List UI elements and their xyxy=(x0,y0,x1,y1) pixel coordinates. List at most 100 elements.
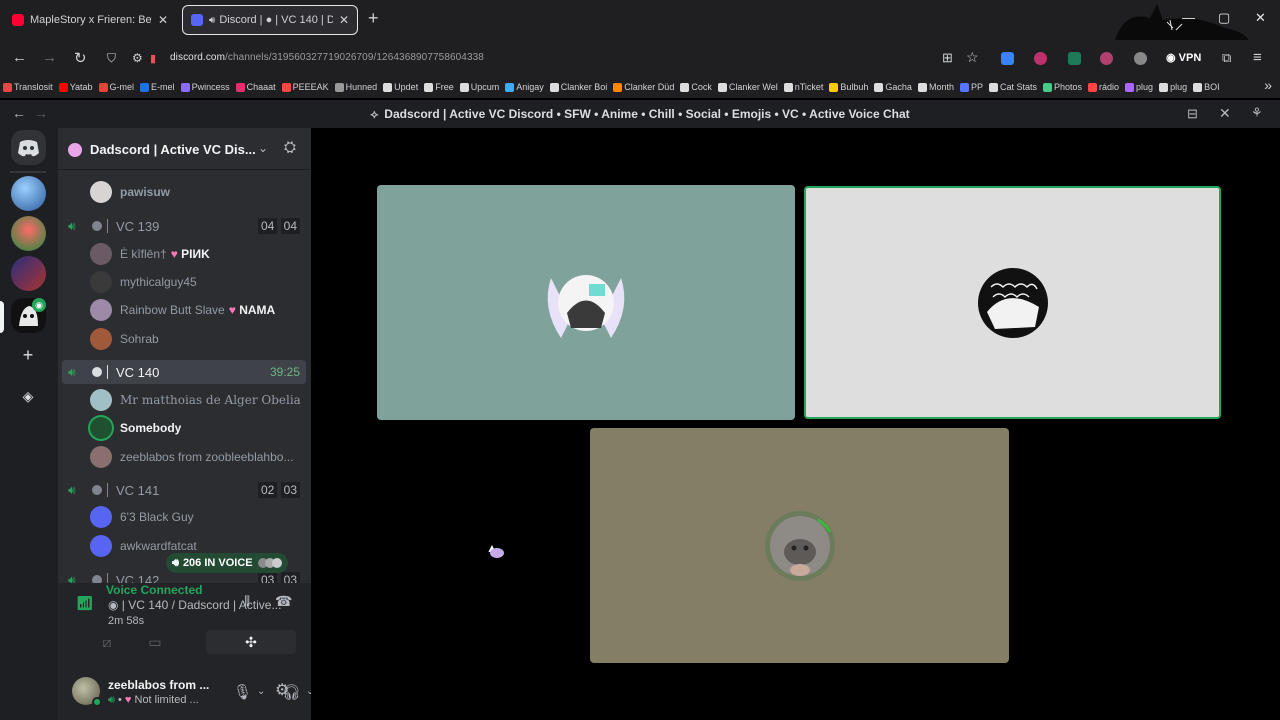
extension-icon[interactable] xyxy=(1134,52,1147,65)
voice-user[interactable]: Sohrab xyxy=(90,327,302,351)
reload-icon[interactable]: ↻ xyxy=(74,49,87,67)
voice-user[interactable]: Rainbow Butt Slave ♥ NAMA xyxy=(90,298,302,322)
bookmark-item[interactable]: Upcum xyxy=(459,82,499,92)
activities-button[interactable]: ✣ xyxy=(206,630,296,654)
bookmark-item[interactable]: Cock xyxy=(680,82,712,92)
in-voice-badge[interactable]: 🔊︎ 206 IN VOICE xyxy=(166,553,288,573)
bookmark-item[interactable]: Clanker Boi xyxy=(549,82,607,92)
new-tab-button[interactable]: + xyxy=(368,8,379,29)
bookmark-item[interactable]: Yatab xyxy=(58,82,93,92)
back-icon[interactable]: ← xyxy=(12,49,27,66)
bookmark-item[interactable]: Updet xyxy=(383,82,418,92)
minimize-icon[interactable]: — xyxy=(1182,10,1195,25)
bookmark-star-icon[interactable]: ☆ xyxy=(966,49,979,66)
bookmark-item[interactable]: Free xyxy=(424,82,454,92)
signal-icon[interactable]: 📶︎ xyxy=(76,595,94,612)
bookmark-item[interactable]: BOI xyxy=(1193,82,1220,92)
chevron-down-icon[interactable]: ⌄ xyxy=(306,686,311,697)
activity-icon[interactable]: ⚘ xyxy=(1251,105,1263,121)
install-app-icon[interactable]: ⊞ xyxy=(942,50,953,66)
bookmark-item[interactable]: Cat Stats xyxy=(988,82,1037,92)
bookmark-item[interactable]: plug xyxy=(1125,82,1153,92)
voice-channel-icon: 🔊︎ xyxy=(68,219,76,233)
microphone-icon[interactable]: 🎙︎ xyxy=(233,683,252,701)
voice-channel-vc-140[interactable]: 🔊︎ VC 140 39:25 xyxy=(62,360,306,384)
voice-user[interactable]: 6'3 Black Guy xyxy=(90,505,302,529)
bookmark-item[interactable]: rádio xyxy=(1088,82,1119,92)
bookmark-item[interactable]: Month xyxy=(917,82,954,92)
server-header[interactable]: Dadscord | Active VC Dis... ⌄ ⛭ xyxy=(58,128,311,170)
bookmark-item[interactable]: Clanker Düd xyxy=(613,82,674,92)
speaker-icon[interactable]: 🔊︎ xyxy=(209,15,215,26)
bookmark-item[interactable]: Translosit xyxy=(3,82,53,92)
browser-tab-youtube[interactable]: MapleStory x Frieren: Beyond Jou ✕ xyxy=(4,5,176,35)
vpn-button[interactable]: ◉ VPN xyxy=(1166,51,1201,64)
voice-connected-status[interactable]: Voice Connected xyxy=(106,583,202,597)
bookmark-item[interactable]: Hunned xyxy=(334,82,377,92)
mic-permission-icon[interactable]: ▮ xyxy=(150,52,156,65)
site-settings-icon[interactable]: ⚙ xyxy=(132,51,143,65)
bookmark-item[interactable]: Anigay xyxy=(505,82,544,92)
tools-icon[interactable]: ✕ xyxy=(1219,105,1231,122)
music-extension-icon[interactable] xyxy=(1068,52,1081,65)
close-tab-icon[interactable]: ✕ xyxy=(158,13,168,27)
participant-tile[interactable] xyxy=(377,185,795,420)
bookmark-item[interactable]: Photos xyxy=(1043,82,1082,92)
bookmark-item[interactable]: nTicket xyxy=(783,82,823,92)
bookmark-label: PP xyxy=(970,82,983,92)
discover-icon[interactable]: ◈ xyxy=(17,386,39,408)
bookmark-favicon-icon xyxy=(98,82,108,92)
bookmark-item[interactable]: G-mel xyxy=(98,82,134,92)
add-server-icon[interactable]: + xyxy=(17,345,39,367)
browser-tab-discord[interactable]: 🔊︎ Discord | ● | VC 140 | Dadsc ✕ xyxy=(182,5,358,35)
shield-icon[interactable]: ⛉ xyxy=(107,51,116,66)
bookmark-item[interactable]: Clanker Wel xyxy=(717,82,778,92)
online-status-icon xyxy=(92,697,102,707)
bookmark-label: Cock xyxy=(691,82,712,92)
bookmark-item[interactable]: Gacha xyxy=(874,82,912,92)
bookmark-item[interactable]: PP xyxy=(959,82,983,92)
participant-tile-speaking[interactable] xyxy=(804,186,1221,419)
bookmark-label: rádio xyxy=(1099,82,1120,92)
voice-user[interactable]: mythicalguy45 xyxy=(90,270,302,294)
bookmark-item[interactable]: E-mel xyxy=(140,82,175,92)
menu-icon[interactable]: ≡ xyxy=(1253,49,1262,66)
voice-user[interactable]: Mr matthoias de Alger Obelia xyxy=(90,388,302,412)
forward-icon[interactable]: → xyxy=(42,49,57,66)
bookmark-item[interactable]: PEEEAK xyxy=(281,82,329,92)
screenshare-button[interactable]: ▭ xyxy=(110,630,200,654)
chevron-down-icon[interactable]: ⌄ xyxy=(258,141,268,155)
close-tab-icon[interactable]: ✕ xyxy=(339,13,349,27)
settings-gear-icon[interactable]: ⚙ xyxy=(275,680,289,700)
maximize-icon[interactable]: ▢ xyxy=(1218,10,1230,26)
voice-user[interactable]: pawisuw xyxy=(90,180,302,204)
participant-tile[interactable] xyxy=(590,428,1009,663)
chevron-down-icon[interactable]: ⌄ xyxy=(257,686,265,697)
noise-suppression-icon[interactable]: ⦀ xyxy=(244,593,250,610)
mic-extension-icon[interactable] xyxy=(1034,52,1047,65)
voice-channel-vc-139[interactable]: 🔊︎ VC 139 04 04 xyxy=(62,214,306,238)
extension-icon[interactable] xyxy=(1100,52,1113,65)
server-icon[interactable] xyxy=(11,176,46,211)
close-window-icon[interactable]: ✕ xyxy=(1255,10,1266,26)
bookmark-item[interactable]: Bulbuh xyxy=(829,82,868,92)
voice-channel-vc-141[interactable]: 🔊︎ VC 141 02 03 xyxy=(62,478,306,502)
url-field[interactable]: discord.com/channels/319560327719026709/… xyxy=(170,52,484,63)
discord-home-icon[interactable] xyxy=(11,130,46,165)
voice-user[interactable]: Somebody xyxy=(90,416,302,440)
voice-channel-link[interactable]: ◉ | VC 140 / Dadscord | Active... xyxy=(108,598,281,612)
bookmark-item[interactable]: Pwincess xyxy=(180,82,230,92)
username[interactable]: zeeblabos from ... xyxy=(108,678,209,692)
inbox-icon[interactable]: ⊟ xyxy=(1187,106,1198,122)
more-bookmarks-icon[interactable]: » xyxy=(1264,77,1272,93)
bookmark-item[interactable]: plug xyxy=(1159,82,1187,92)
server-icon[interactable] xyxy=(11,216,46,251)
disconnect-icon[interactable]: ☎ xyxy=(275,593,292,610)
voice-user[interactable]: Ė kîflēn† ♥ PIИK xyxy=(90,242,302,266)
extensions-puzzle-icon[interactable]: ⧉ xyxy=(1222,50,1231,66)
invite-people-icon[interactable]: ⛭ xyxy=(284,139,296,156)
extension-icon[interactable] xyxy=(1001,52,1014,65)
voice-user[interactable]: zeeblabos from zoobleeblahbo... xyxy=(90,445,302,469)
server-icon[interactable] xyxy=(11,256,46,291)
bookmark-item[interactable]: Chaaat xyxy=(235,82,276,92)
